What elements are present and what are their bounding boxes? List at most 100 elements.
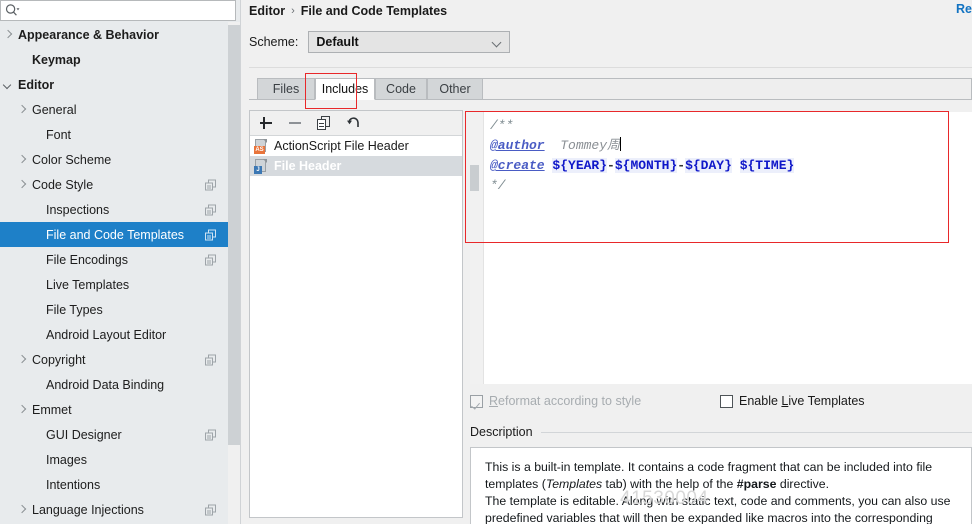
reformat-label: Reformat according to style: [489, 394, 642, 408]
reformat-checkbox-row[interactable]: Reformat according to style: [470, 394, 720, 408]
reformat-checkbox[interactable]: [470, 394, 483, 408]
code-token-comment: /**: [490, 118, 514, 133]
chevron-down-icon: [493, 39, 501, 47]
reset-template-button[interactable]: [345, 115, 361, 131]
sidebar-item-code-style[interactable]: Code Style: [0, 172, 228, 197]
sidebar-item-file-encodings[interactable]: File Encodings: [0, 247, 228, 272]
chevron-right-icon[interactable]: [18, 355, 28, 365]
sidebar-item-file-types[interactable]: File Types: [0, 297, 228, 322]
sidebar-item-label: Copyright: [32, 352, 86, 367]
copy-template-button[interactable]: [316, 115, 332, 131]
sidebar-item-editor[interactable]: Editor: [0, 72, 228, 97]
sidebar-item-intentions[interactable]: Intentions: [0, 472, 228, 497]
chevron-right-icon[interactable]: [18, 155, 28, 165]
chevron-right-icon[interactable]: [18, 105, 28, 115]
tab-label: Files: [272, 82, 300, 96]
settings-dialog: Appearance & Behavior Keymap Editor General…: [0, 0, 972, 524]
scheme-dropdown[interactable]: Default: [308, 31, 511, 53]
sidebar-item-inspections[interactable]: Inspections: [0, 197, 228, 222]
sidebar-item-android-data-binding[interactable]: Android Data Binding: [0, 372, 228, 397]
sidebar-item-android-layout-editor[interactable]: Android Layout Editor: [0, 322, 228, 347]
sidebar-item-copyright[interactable]: Copyright: [0, 347, 228, 372]
tab-bar: Files Includes Code Other: [249, 78, 972, 101]
template-list: AS ActionScript File Header J File Header: [250, 136, 462, 176]
settings-content: Editor › File and Code Templates Re Sche…: [241, 0, 972, 524]
sidebar-item-label: Code Style: [32, 177, 94, 192]
sidebar-item-emmet[interactable]: Emmet: [0, 397, 228, 422]
sidebar-scrollbar-thumb[interactable]: [228, 25, 240, 445]
tab-includes[interactable]: Includes: [315, 78, 375, 100]
sidebar-item-label: File and Code Templates: [46, 227, 185, 242]
copy-settings-icon[interactable]: [205, 354, 216, 365]
sidebar-item-live-templates[interactable]: Live Templates: [0, 272, 228, 297]
sidebar-item-appearance-behavior[interactable]: Appearance & Behavior: [0, 22, 228, 47]
header-divider: [249, 67, 972, 68]
code-token-var: ${DAY}: [685, 158, 732, 173]
scheme-selected-value: Default: [316, 35, 359, 49]
tab-files[interactable]: Files: [257, 78, 315, 100]
tab-code[interactable]: Code: [375, 78, 427, 100]
copy-settings-icon[interactable]: [205, 229, 216, 240]
reset-link[interactable]: Re: [956, 2, 972, 16]
actionscript-file-icon: AS: [254, 138, 268, 154]
copy-settings-icon[interactable]: [205, 204, 216, 215]
code-token-var: ${YEAR}: [552, 158, 608, 173]
sidebar-item-label: File Encodings: [46, 252, 128, 267]
sidebar-item-label: Color Scheme: [32, 152, 112, 167]
sidebar-item-label: Android Data Binding: [46, 377, 165, 392]
search-input[interactable]: [25, 2, 235, 19]
chevron-down-icon[interactable]: [4, 80, 14, 90]
chevron-right-icon[interactable]: [18, 180, 28, 190]
live-templates-checkbox[interactable]: [720, 394, 733, 408]
chevron-right-icon[interactable]: [4, 30, 14, 40]
sidebar-item-label: Android Layout Editor: [46, 327, 167, 342]
tab-other[interactable]: Other: [427, 78, 483, 100]
chevron-right-icon[interactable]: [18, 505, 28, 515]
copy-settings-icon[interactable]: [205, 179, 216, 190]
editor-gutter: [470, 112, 484, 384]
sidebar-item-general[interactable]: General: [0, 97, 228, 122]
copy-settings-icon[interactable]: [205, 429, 216, 440]
sidebar-item-label: Font: [46, 127, 72, 142]
editor-text-area[interactable]: /** @author Tommey周 @create ${YEAR}-${MONT…: [484, 112, 972, 384]
code-line: /**: [490, 116, 972, 136]
sidebar-item-keymap[interactable]: Keymap: [0, 47, 228, 72]
search-box[interactable]: [0, 0, 236, 21]
chevron-right-icon[interactable]: [18, 405, 28, 415]
remove-template-button[interactable]: [287, 115, 303, 131]
editor-gutter-marker[interactable]: [470, 165, 479, 191]
sidebar-item-label: Inspections: [46, 202, 110, 217]
breadcrumb-separator-icon: ›: [291, 5, 295, 17]
add-template-button[interactable]: [258, 115, 274, 131]
copy-settings-icon[interactable]: [205, 504, 216, 515]
code-token-comment: */: [490, 178, 506, 193]
description-text-run: directive.: [776, 477, 830, 491]
live-templates-label: Enable Live Templates: [739, 394, 865, 408]
description-title: Description: [470, 425, 533, 439]
sidebar-item-label: File Types: [46, 302, 103, 317]
template-list-item[interactable]: J File Header: [250, 156, 462, 176]
settings-tree: Appearance & Behavior Keymap Editor General…: [0, 22, 228, 524]
sidebar-item-images[interactable]: Images: [0, 447, 228, 472]
breadcrumb-root[interactable]: Editor: [249, 4, 285, 18]
sidebar-item-font[interactable]: Font: [0, 122, 228, 147]
sidebar-item-color-scheme[interactable]: Color Scheme: [0, 147, 228, 172]
tab-label: Other: [439, 82, 471, 96]
sidebar-item-label: Editor: [18, 77, 55, 92]
sidebar-item-language-injections[interactable]: Language Injections: [0, 497, 228, 522]
template-list-panel: AS ActionScript File Header J File Header: [249, 110, 463, 518]
description-text-run: The template is editable. Along with sta…: [485, 494, 951, 524]
code-token-author: Tommey周: [560, 138, 621, 153]
copy-settings-icon[interactable]: [205, 254, 216, 265]
live-templates-checkbox-row[interactable]: Enable Live Templates: [720, 394, 865, 408]
sidebar-item-gui-designer[interactable]: GUI Designer: [0, 422, 228, 447]
code-token-tag: @create: [490, 158, 545, 173]
sidebar-item-file-and-code-templates[interactable]: File and Code Templates: [0, 222, 228, 247]
template-list-item[interactable]: AS ActionScript File Header: [250, 136, 462, 156]
